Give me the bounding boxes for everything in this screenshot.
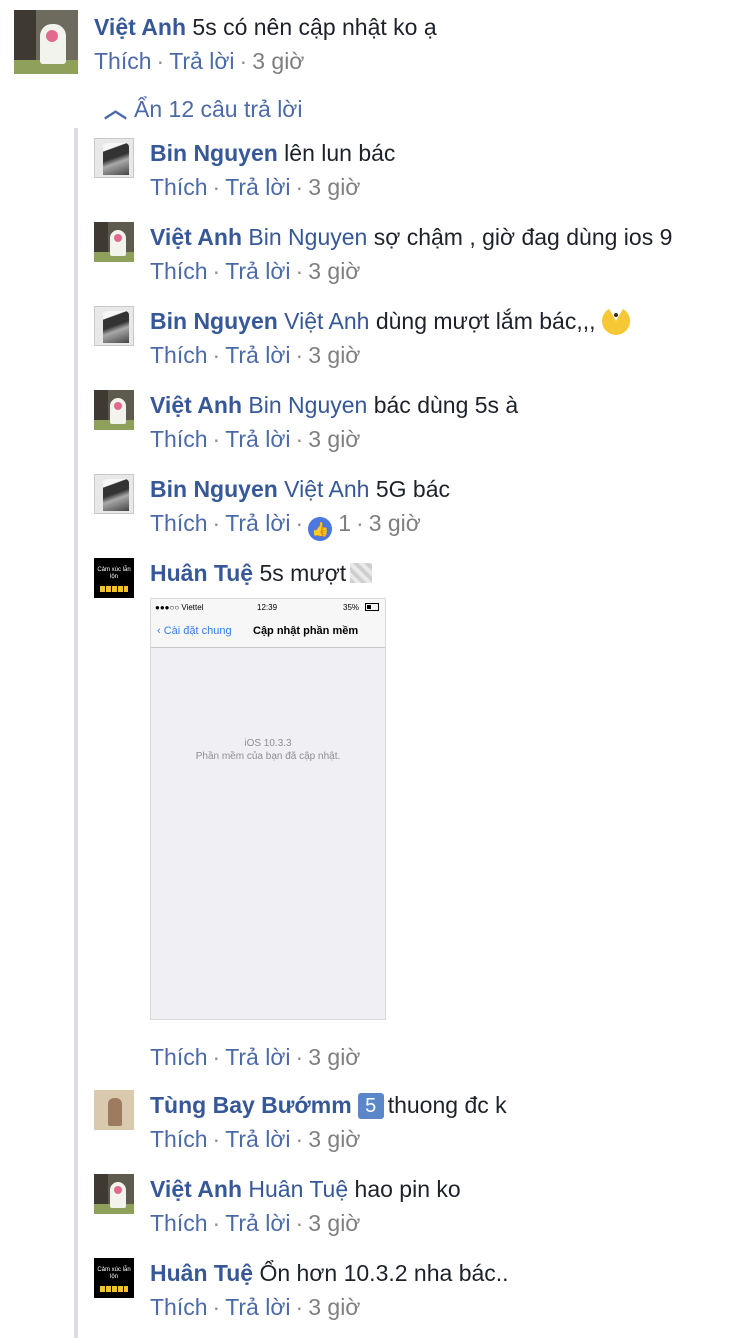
reply-link[interactable]: Trả lời xyxy=(169,48,234,74)
comment-text: hao pin ko xyxy=(354,1176,461,1202)
like-link[interactable]: Thích xyxy=(150,258,208,284)
ios-version: iOS 10.3.3 xyxy=(244,738,292,749)
avatar-caption: Cảm xúc lẫn lộn xyxy=(97,567,131,580)
like-link[interactable]: Thích xyxy=(150,1126,208,1152)
update-message: Phần mềm của bạn đã cập nhật. xyxy=(195,751,341,762)
timestamp[interactable]: 3 giờ xyxy=(308,1044,360,1070)
thumbs-up-icon[interactable]: 👍 xyxy=(308,517,333,541)
reply-link[interactable]: Trả lời xyxy=(225,426,290,452)
mention-tag[interactable]: Bin Nguyen xyxy=(248,392,367,418)
timestamp[interactable]: 3 giờ xyxy=(308,342,360,368)
avatar[interactable] xyxy=(94,222,134,262)
keycap-5-emoji: 5 xyxy=(357,1093,384,1119)
clock-label: 12:39 xyxy=(257,603,278,612)
avatar[interactable] xyxy=(94,1090,134,1130)
comment-text: sợ chậm , giờ đag dùng ios 9 xyxy=(373,224,673,250)
attached-screenshot[interactable]: ●●●○○ Viettel 12:39 35% ‹ Cài đặt chung … xyxy=(150,598,386,1020)
like-link[interactable]: Thích xyxy=(94,48,152,74)
battery-label: 35% xyxy=(343,603,360,612)
comment-author[interactable]: Tùng Bay Bướmm xyxy=(150,1092,352,1118)
emoji-icon xyxy=(350,563,373,583)
avatar[interactable] xyxy=(94,390,134,430)
avatar[interactable] xyxy=(94,138,134,178)
hide-replies-label: Ẩn 12 câu trả lời xyxy=(134,96,303,122)
reply-link[interactable]: Trả lời xyxy=(225,258,290,284)
timestamp[interactable]: 3 giờ xyxy=(252,48,304,74)
like-link[interactable]: Thích xyxy=(150,174,208,200)
avatar[interactable]: Cảm xúc lẫn lộn xyxy=(94,558,134,598)
timestamp[interactable]: 3 giờ xyxy=(369,510,421,536)
update-status: iOS 10.3.3 Phần mềm của bạn đã cập nhật. xyxy=(151,737,385,763)
comment-text: Ổn hơn 10.3.2 nha bác.. xyxy=(259,1260,509,1286)
reply-link[interactable]: Trả lời xyxy=(225,174,290,200)
reply-link[interactable]: Trả lời xyxy=(225,1044,290,1070)
comment-author[interactable]: Việt Anh xyxy=(150,1176,242,1202)
carrier-label: ●●●○○ Viettel xyxy=(155,603,204,612)
timestamp[interactable]: 3 giờ xyxy=(308,1294,360,1320)
comment-text: 5s có nên cập nhật ko ạ xyxy=(192,14,437,40)
avatar[interactable] xyxy=(14,10,78,74)
like-link[interactable]: Thích xyxy=(150,1210,208,1236)
comment-author[interactable]: Việt Anh xyxy=(150,224,242,250)
comment-text: lên lun bác xyxy=(284,140,396,166)
timestamp[interactable]: 3 giờ xyxy=(308,1126,360,1152)
comment-author[interactable]: Huân Tuệ xyxy=(150,560,253,586)
ios-status-bar: ●●●○○ Viettel 12:39 35% xyxy=(151,599,385,617)
reaction-count[interactable]: 1 xyxy=(338,510,351,536)
avatar[interactable] xyxy=(94,1174,134,1214)
comment-author[interactable]: Bin Nguyen xyxy=(150,308,278,334)
comment-text: dùng mượt lắm bác,,, xyxy=(375,308,596,334)
reply-link[interactable]: Trả lời xyxy=(225,1126,290,1152)
ios-nav-bar: ‹ Cài đặt chung Cập nhật phần mềm xyxy=(151,617,385,648)
mention-tag[interactable]: Việt Anh xyxy=(284,308,369,334)
avatar[interactable] xyxy=(94,306,134,346)
comment-author[interactable]: Bin Nguyen xyxy=(150,140,278,166)
comment-author[interactable]: Việt Anh xyxy=(94,14,186,40)
back-button: ‹ Cài đặt chung xyxy=(157,625,232,637)
timestamp[interactable]: 3 giờ xyxy=(308,174,360,200)
comment-text: thuong đc k xyxy=(387,1092,507,1118)
chevron-up-icon: ︿ xyxy=(104,96,127,122)
reply-link[interactable]: Trả lời xyxy=(225,1210,290,1236)
like-link[interactable]: Thích xyxy=(150,342,208,368)
reply-link[interactable]: Trả lời xyxy=(225,1294,290,1320)
reply-link[interactable]: Trả lời xyxy=(225,510,290,536)
timestamp[interactable]: 3 giờ xyxy=(308,426,360,452)
timestamp[interactable]: 3 giờ xyxy=(308,258,360,284)
like-link[interactable]: Thích xyxy=(150,1044,208,1070)
comment-author[interactable]: Việt Anh xyxy=(150,392,242,418)
mention-tag[interactable]: Huân Tuệ xyxy=(248,1176,348,1202)
nav-title: Cập nhật phần mềm xyxy=(253,625,359,637)
top-comment: Việt Anh 5s có nên cập nhật ko ạ Thích · T… xyxy=(14,10,734,80)
mention-tag[interactable]: Bin Nguyen xyxy=(248,224,367,250)
mention-tag[interactable]: Việt Anh xyxy=(284,476,369,502)
hide-replies-toggle[interactable]: ︿ Ẩn 12 câu trả lời xyxy=(104,94,303,124)
comment-text: 5G bác xyxy=(375,476,450,502)
comment-text: bác dùng 5s à xyxy=(373,392,519,418)
pacman-emoji-icon xyxy=(601,307,630,335)
avatar[interactable] xyxy=(94,474,134,514)
reply-link[interactable]: Trả lời xyxy=(225,342,290,368)
avatar-caption: Cảm xúc lẫn lộn xyxy=(97,1267,131,1280)
comment-author[interactable]: Bin Nguyen xyxy=(150,476,278,502)
like-link[interactable]: Thích xyxy=(150,1294,208,1320)
avatar[interactable]: Cảm xúc lẫn lộn xyxy=(94,1258,134,1298)
like-link[interactable]: Thích xyxy=(150,510,208,536)
timestamp[interactable]: 3 giờ xyxy=(308,1210,360,1236)
battery-icon xyxy=(365,603,379,612)
thread-line xyxy=(74,128,78,1338)
comment-text: 5s mượt xyxy=(259,560,347,586)
like-link[interactable]: Thích xyxy=(150,426,208,452)
comment-author[interactable]: Huân Tuệ xyxy=(150,1260,253,1286)
